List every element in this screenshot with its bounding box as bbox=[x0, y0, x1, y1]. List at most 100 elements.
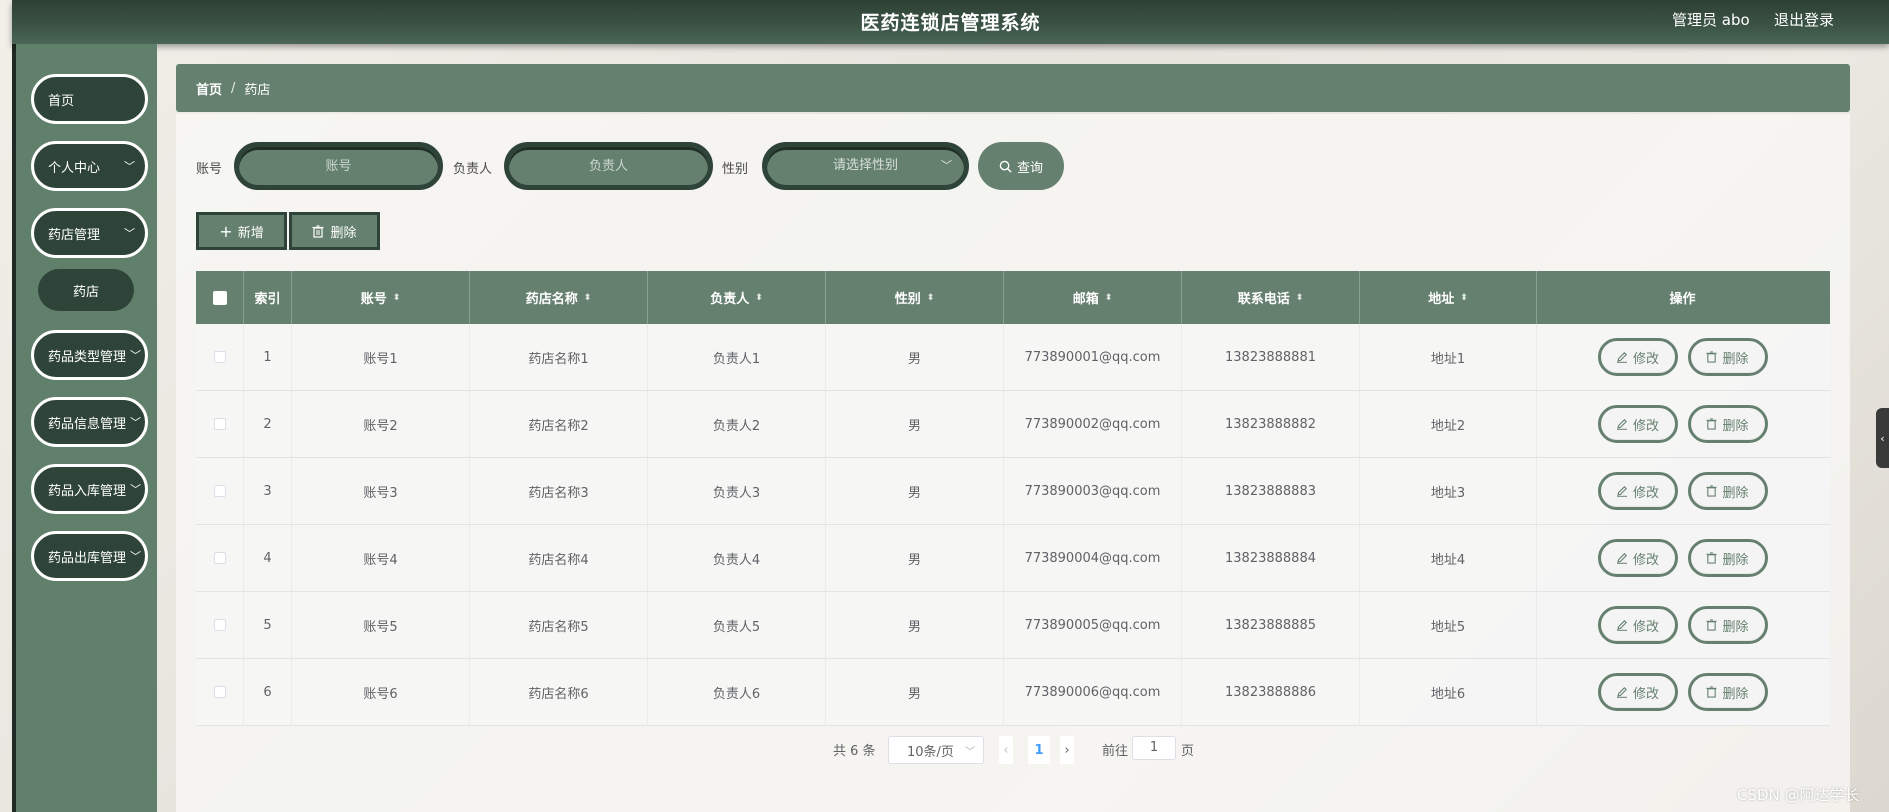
manager-search-input[interactable] bbox=[504, 142, 713, 190]
edit-button[interactable]: 修改 bbox=[1597, 606, 1678, 644]
sort-icon[interactable]: ⬍ bbox=[1296, 293, 1304, 303]
cell-address: 地址5 bbox=[1360, 592, 1537, 658]
row-checkbox[interactable] bbox=[213, 418, 226, 430]
delete-button[interactable]: 删除 bbox=[1687, 472, 1768, 510]
col-header-index: 索引 bbox=[244, 271, 292, 324]
drawer-toggle-handle[interactable]: ‹ bbox=[1876, 408, 1889, 468]
row-checkbox[interactable] bbox=[213, 552, 226, 564]
edit-icon bbox=[1616, 419, 1627, 430]
edit-button[interactable]: 修改 bbox=[1597, 539, 1678, 577]
logout-link[interactable]: 退出登录 bbox=[1774, 9, 1834, 30]
account-input-field[interactable] bbox=[239, 147, 438, 185]
cell-account: 账号1 bbox=[292, 324, 470, 390]
store-table: 索引 账号 ⬍ 药店名称 ⬍ 负责人 ⬍ 性别 ⬍ 邮箱 ⬍ 联系电话 ⬍ 地址 ⬍ 操作 1… bbox=[196, 271, 1830, 726]
trash-icon bbox=[312, 224, 324, 238]
sidebar-item-drug-info[interactable]: 药品信息管理 ﹀ bbox=[31, 397, 148, 447]
sidebar-item-drug-outbound[interactable]: 药品出库管理 ﹀ bbox=[31, 531, 148, 581]
chevron-down-icon: ﹀ bbox=[130, 416, 141, 429]
cell-phone: 13823888884 bbox=[1182, 525, 1360, 591]
breadcrumb-separator: / bbox=[231, 80, 236, 96]
sidebar-item-label: 药品类型管理 bbox=[48, 349, 127, 365]
cell-manager: 负责人5 bbox=[648, 592, 826, 658]
delete-button[interactable]: 删除 bbox=[1687, 338, 1768, 376]
chevron-right-icon: › bbox=[1064, 742, 1070, 758]
delete-button[interactable]: 删除 bbox=[1687, 405, 1768, 443]
goto-page-input[interactable]: 1 bbox=[1132, 736, 1176, 760]
select-all-checkbox[interactable] bbox=[212, 290, 227, 305]
page-size-select[interactable]: 10条/页 ﹀ bbox=[888, 736, 984, 764]
sidebar-subitem-store[interactable]: 药店 bbox=[38, 269, 134, 311]
chevron-left-icon: ‹ bbox=[1880, 431, 1885, 445]
trash-icon bbox=[1706, 619, 1718, 631]
col-header-address[interactable]: 地址 ⬍ bbox=[1360, 271, 1537, 324]
delete-button[interactable]: 删除 bbox=[1687, 673, 1768, 711]
sidebar-item-drug-inbound[interactable]: 药品入库管理 ﹀ bbox=[31, 464, 148, 514]
chevron-down-icon: ﹀ bbox=[965, 747, 975, 758]
sort-icon[interactable]: ⬍ bbox=[393, 293, 401, 303]
edit-icon bbox=[1616, 486, 1627, 497]
col-header-account[interactable]: 账号 ⬍ bbox=[292, 271, 470, 324]
add-button[interactable]: + 新增 bbox=[196, 212, 287, 250]
watermark: CSDN @阿达学长 bbox=[1737, 786, 1860, 804]
prev-page-button[interactable]: ‹ bbox=[999, 736, 1013, 764]
manager-input-field[interactable] bbox=[509, 147, 708, 185]
cell-actions: 修改 删除 bbox=[1537, 458, 1828, 524]
edit-button[interactable]: 修改 bbox=[1597, 405, 1678, 443]
trash-icon bbox=[1706, 552, 1718, 564]
batch-delete-button-label: 删除 bbox=[330, 225, 357, 241]
sort-icon[interactable]: ⬍ bbox=[927, 293, 935, 303]
col-header-store-name[interactable]: 药店名称 ⬍ bbox=[470, 271, 648, 324]
sort-icon[interactable]: ⬍ bbox=[584, 293, 592, 303]
cell-gender: 男 bbox=[826, 324, 1004, 390]
page-suffix: 页 bbox=[1181, 744, 1195, 759]
trash-icon bbox=[1706, 351, 1718, 363]
sort-icon[interactable]: ⬍ bbox=[755, 293, 763, 303]
edit-icon bbox=[1616, 352, 1627, 363]
cell-name: 药店名称4 bbox=[470, 525, 648, 591]
query-button[interactable]: 查询 bbox=[978, 142, 1064, 190]
cell-actions: 修改 删除 bbox=[1537, 592, 1828, 658]
cell-actions: 修改 删除 bbox=[1537, 659, 1828, 725]
breadcrumb-home[interactable]: 首页 bbox=[196, 79, 222, 98]
cell-gender: 男 bbox=[826, 525, 1004, 591]
sidebar-item-drug-type[interactable]: 药品类型管理 ﹀ bbox=[31, 330, 148, 380]
row-checkbox[interactable] bbox=[213, 485, 226, 497]
sidebar-item-label: 药品出库管理 bbox=[48, 550, 127, 566]
edit-button[interactable]: 修改 bbox=[1597, 338, 1678, 376]
add-button-label: 新增 bbox=[237, 225, 264, 241]
sidebar-item-personal-center[interactable]: 个人中心 ﹀ bbox=[31, 141, 148, 191]
sidebar-item-label: 药品信息管理 bbox=[48, 416, 127, 432]
batch-delete-button[interactable]: 删除 bbox=[289, 212, 380, 250]
gender-select[interactable]: 请选择性别 ﹀ bbox=[762, 142, 969, 190]
sidebar-item-home[interactable]: 首页 bbox=[31, 74, 148, 124]
page-number-button[interactable]: 1 bbox=[1028, 736, 1050, 764]
account-search-input[interactable] bbox=[234, 142, 443, 190]
col-header-phone[interactable]: 联系电话 ⬍ bbox=[1182, 271, 1360, 324]
cell-actions: 修改 删除 bbox=[1537, 391, 1828, 457]
delete-button[interactable]: 删除 bbox=[1687, 539, 1768, 577]
delete-button[interactable]: 删除 bbox=[1687, 606, 1768, 644]
cell-address: 地址6 bbox=[1360, 659, 1537, 725]
sort-icon[interactable]: ⬍ bbox=[1460, 293, 1468, 303]
next-page-button[interactable]: › bbox=[1060, 736, 1074, 764]
col-header-email[interactable]: 邮箱 ⬍ bbox=[1004, 271, 1182, 324]
edit-button[interactable]: 修改 bbox=[1597, 673, 1678, 711]
cell-idx: 4 bbox=[244, 525, 292, 591]
row-checkbox[interactable] bbox=[213, 619, 226, 631]
chevron-down-icon: ﹀ bbox=[124, 160, 135, 173]
row-select-cell bbox=[196, 324, 244, 390]
col-header-gender[interactable]: 性别 ⬍ bbox=[826, 271, 1004, 324]
row-checkbox[interactable] bbox=[213, 686, 226, 698]
row-checkbox[interactable] bbox=[213, 351, 226, 363]
cell-phone: 13823888885 bbox=[1182, 592, 1360, 658]
edit-button[interactable]: 修改 bbox=[1597, 472, 1678, 510]
gender-label: 性别 bbox=[722, 162, 749, 177]
row-select-cell bbox=[196, 391, 244, 457]
cell-account: 账号3 bbox=[292, 458, 470, 524]
cell-account: 账号4 bbox=[292, 525, 470, 591]
col-header-manager[interactable]: 负责人 ⬍ bbox=[648, 271, 826, 324]
sidebar-item-store-management[interactable]: 药店管理 ﹀ bbox=[31, 208, 148, 258]
sort-icon[interactable]: ⬍ bbox=[1105, 293, 1113, 303]
manager-label: 负责人 bbox=[453, 162, 493, 177]
table-row: 5 账号5 药店名称5 负责人5 男 773890005@qq.com 1382388888… bbox=[196, 592, 1830, 659]
